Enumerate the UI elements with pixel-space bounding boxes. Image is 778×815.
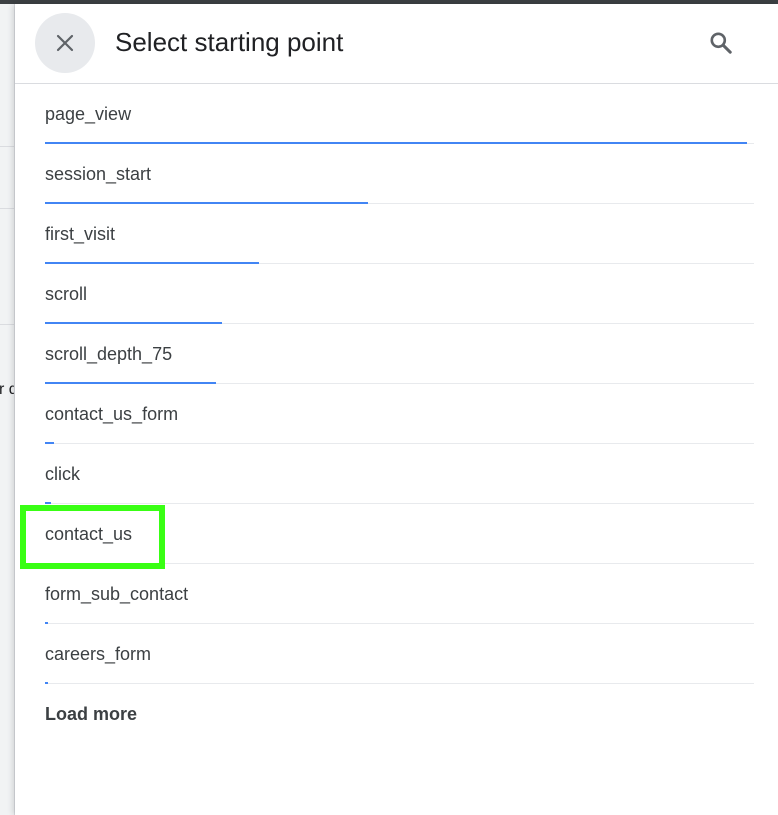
event-label: click xyxy=(45,464,80,484)
load-more-button[interactable]: Load more xyxy=(45,704,137,725)
event-item[interactable]: first_visit xyxy=(45,204,754,264)
event-item[interactable]: page_view xyxy=(45,84,754,144)
dialog-header: Select starting point xyxy=(15,4,778,84)
event-label: contact_us_form xyxy=(45,404,179,424)
event-count-bar xyxy=(45,682,48,684)
close-icon xyxy=(56,34,74,52)
search-icon xyxy=(710,32,732,54)
event-label: careers_form xyxy=(45,644,152,664)
close-button[interactable] xyxy=(35,13,95,73)
dialog-title: Select starting point xyxy=(115,27,344,57)
event-item[interactable]: scroll_depth_75 xyxy=(45,324,754,384)
event-item-contact-us[interactable]: contact_us xyxy=(45,504,754,564)
event-item[interactable]: contact_us_form xyxy=(45,384,754,444)
select-starting-point-dialog: Select starting point page_view session_… xyxy=(15,4,778,815)
background-divider xyxy=(0,146,14,147)
background-divider xyxy=(0,324,14,325)
background-divider xyxy=(0,208,14,209)
event-item[interactable]: click xyxy=(45,444,754,504)
event-label: contact_us xyxy=(45,524,133,544)
event-item[interactable]: session_start xyxy=(45,144,754,204)
event-label: scroll_depth_75 xyxy=(45,344,173,364)
event-item[interactable]: careers_form xyxy=(45,624,754,684)
event-label: page_view xyxy=(45,104,132,124)
event-label: first_visit xyxy=(45,224,116,244)
event-list: page_view session_start first_visit scro… xyxy=(45,84,754,684)
screen: r d Select starting point page_view xyxy=(0,0,778,815)
event-label: session_start xyxy=(45,164,152,184)
background-page: r d xyxy=(0,4,15,815)
background-text: r d xyxy=(0,381,14,399)
event-item[interactable]: scroll xyxy=(45,264,754,324)
event-item[interactable]: form_sub_contact xyxy=(45,564,754,624)
event-label: form_sub_contact xyxy=(45,584,189,604)
search-button[interactable] xyxy=(704,26,738,60)
event-label: scroll xyxy=(45,284,88,304)
